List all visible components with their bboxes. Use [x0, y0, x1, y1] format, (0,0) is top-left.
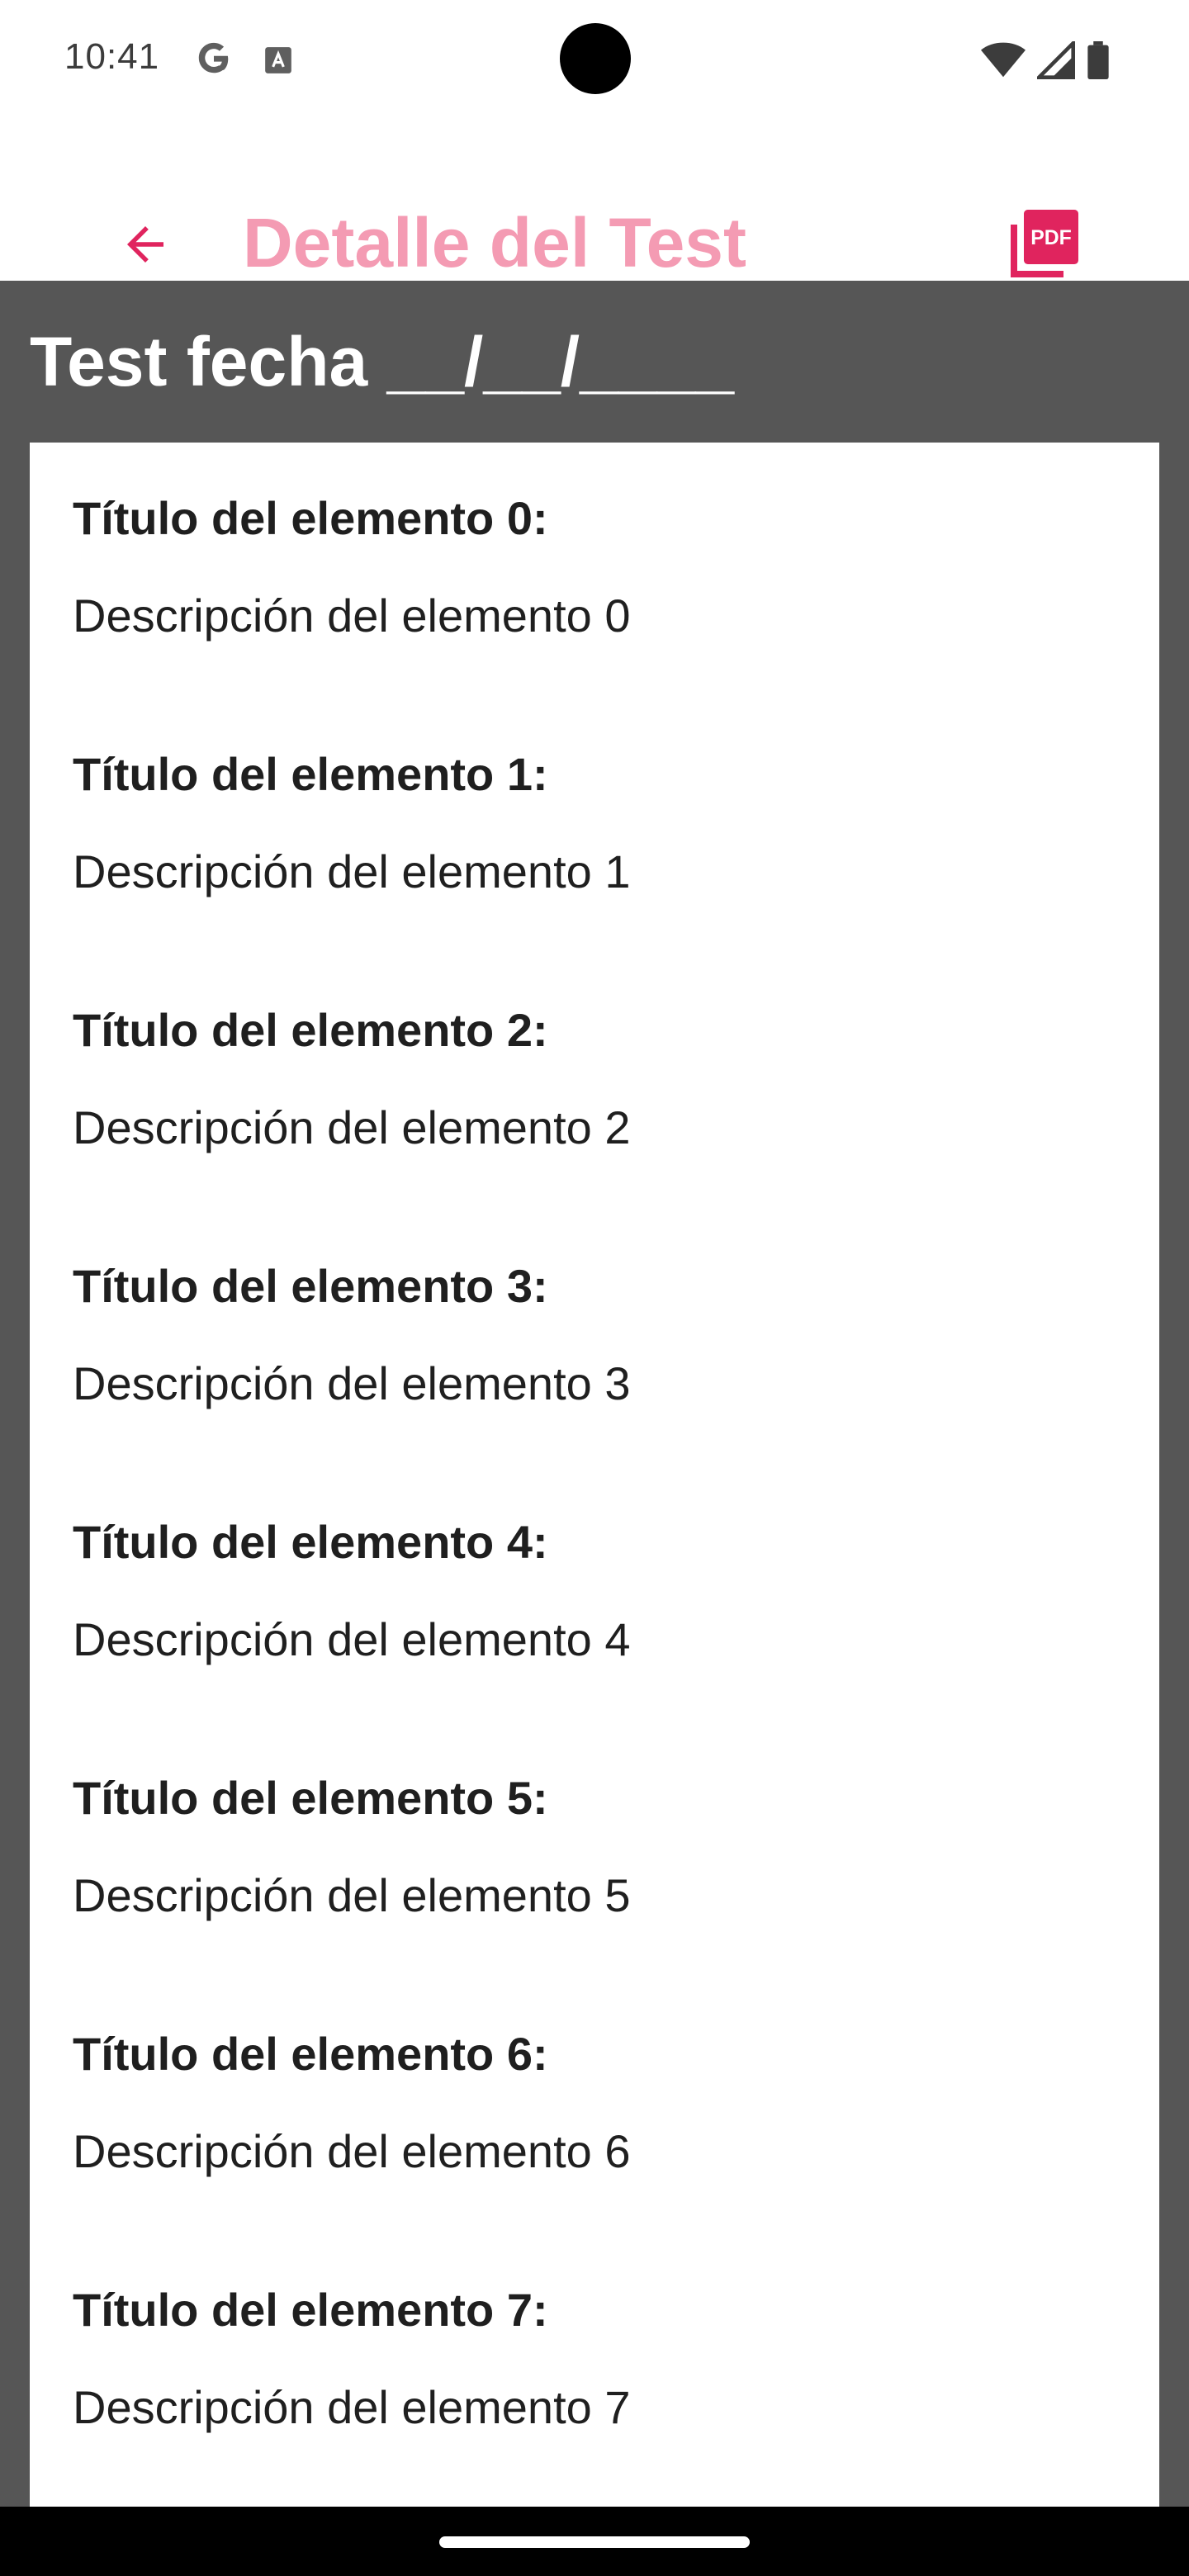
item-title: Título del elemento 4: — [73, 1516, 548, 1568]
navigation-bar — [0, 2507, 1189, 2576]
list-item: Título del elemento 4: Descripción del e… — [73, 1516, 630, 1666]
home-gesture-handle[interactable] — [439, 2536, 750, 2548]
item-title: Título del elemento 5: — [73, 1772, 548, 1824]
status-bar: 10:41 — [0, 0, 1189, 116]
item-description: Descripción del elemento 2 — [73, 1101, 631, 1153]
item-title: Título del elemento 6: — [73, 2028, 548, 2080]
google-icon — [198, 42, 229, 73]
item-title: Título del elemento 0: — [73, 492, 548, 544]
wifi-icon — [981, 42, 1026, 78]
item-description: Descripción del elemento 4 — [73, 1613, 631, 1665]
item-title: Título del elemento 7: — [73, 2284, 548, 2336]
arrow-back-icon — [127, 226, 163, 263]
page-title: Detalle del Test — [243, 204, 746, 282]
list-item: Título del elemento 3: Descripción del e… — [73, 1260, 630, 1410]
font-icon — [265, 47, 291, 73]
status-time: 10:41 — [64, 36, 160, 77]
item-description: Descripción del elemento 7 — [73, 2381, 631, 2433]
test-date-heading: Test fecha __/__/____ — [30, 323, 735, 400]
item-description: Descripción del elemento 0 — [73, 590, 631, 642]
item-description: Descripción del elemento 5 — [73, 1869, 631, 1921]
list-item: Título del elemento 6: Descripción del e… — [73, 2028, 630, 2178]
signal-icon — [1037, 41, 1075, 79]
item-description: Descripción del elemento 3 — [73, 1357, 631, 1409]
list-item: Título del elemento 7: Descripción del e… — [73, 2284, 630, 2434]
back-button[interactable] — [112, 211, 178, 277]
item-title: Título del elemento 2: — [73, 1004, 548, 1056]
status-icons — [981, 41, 1110, 79]
list-item: Título del elemento 0: Descripción del e… — [73, 492, 630, 642]
battery-icon — [1087, 41, 1109, 79]
svg-text:PDF: PDF — [1030, 227, 1072, 249]
item-description: Descripción del elemento 1 — [73, 845, 631, 897]
list-item: Título del elemento 5: Descripción del e… — [73, 1772, 630, 1922]
pdf-icon: PDF — [1011, 210, 1078, 277]
test-detail-content[interactable]: Test fecha __/__/____ Título del element… — [0, 281, 1189, 2523]
item-title: Título del elemento 3: — [73, 1260, 548, 1312]
item-title: Título del elemento 1: — [73, 748, 548, 800]
camera-cutout — [560, 23, 631, 94]
pdf-export-button[interactable]: PDF — [1004, 205, 1083, 284]
item-description: Descripción del elemento 6 — [73, 2125, 631, 2177]
list-item: Título del elemento 1: Descripción del e… — [73, 748, 630, 898]
list-item: Título del elemento 2: Descripción del e… — [73, 1004, 630, 1154]
items-card[interactable]: Título del elemento 0: Descripción del e… — [30, 443, 1159, 2523]
